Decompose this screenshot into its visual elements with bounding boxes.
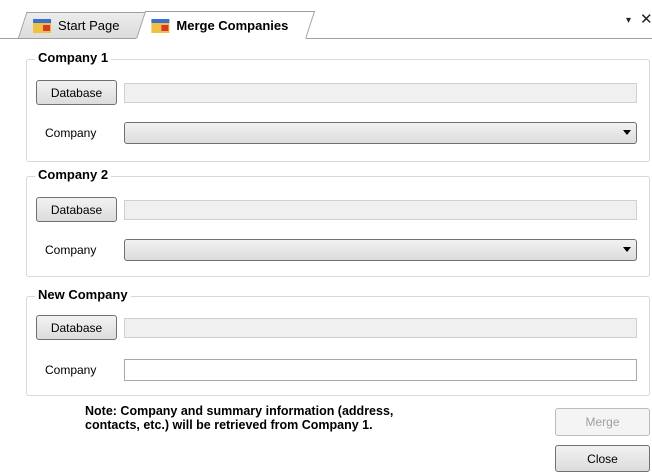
company-2-company-dropdown[interactable] — [124, 239, 637, 261]
company-2-group: Company 2 Database Company — [26, 167, 650, 277]
new-company-database-field — [124, 318, 637, 338]
company-1-group: Company 1 Database Company — [26, 50, 650, 162]
company-1-company-dropdown[interactable] — [124, 122, 637, 144]
chevron-down-icon — [623, 130, 631, 135]
merge-companies-window: Start Page Merge Companies ▾ ✕ Company 1… — [0, 0, 652, 476]
company-2-database-field — [124, 200, 637, 220]
form-icon — [151, 18, 170, 32]
company-2-database-button[interactable]: Database — [36, 197, 117, 222]
group-title: New Company — [35, 287, 131, 302]
note-line-1: Note: Company and summary information (a… — [85, 404, 394, 418]
group-title: Company 1 — [35, 50, 112, 65]
new-company-name-input[interactable] — [124, 359, 637, 381]
tab-start-page[interactable]: Start Page — [18, 12, 155, 38]
company-1-database-button[interactable]: Database — [36, 80, 117, 105]
new-company-company-label: Company — [45, 363, 97, 377]
company-1-database-field — [124, 83, 637, 103]
tab-list-dropdown-icon[interactable]: ▾ — [626, 15, 631, 26]
new-company-database-button[interactable]: Database — [36, 315, 117, 340]
merge-button[interactable]: Merge — [555, 408, 650, 436]
close-button[interactable]: Close — [555, 445, 650, 472]
tab-label: Start Page — [58, 18, 120, 33]
new-company-group: New Company Database Company — [26, 287, 650, 396]
tab-label: Merge Companies — [176, 17, 289, 33]
form-icon — [33, 18, 52, 33]
tab-strip-divider — [0, 38, 652, 39]
merge-note: Note: Company and summary information (a… — [85, 404, 485, 432]
tab-strip: Start Page Merge Companies ▾ ✕ — [0, 0, 652, 39]
close-tab-icon[interactable]: ✕ — [640, 10, 652, 28]
group-title: Company 2 — [35, 167, 112, 182]
chevron-down-icon — [623, 247, 631, 252]
tab-merge-companies[interactable]: Merge Companies — [136, 11, 316, 39]
company-1-company-label: Company — [45, 126, 97, 140]
note-line-2: contacts, etc.) will be retrieved from C… — [85, 418, 373, 432]
company-2-company-label: Company — [45, 243, 97, 257]
